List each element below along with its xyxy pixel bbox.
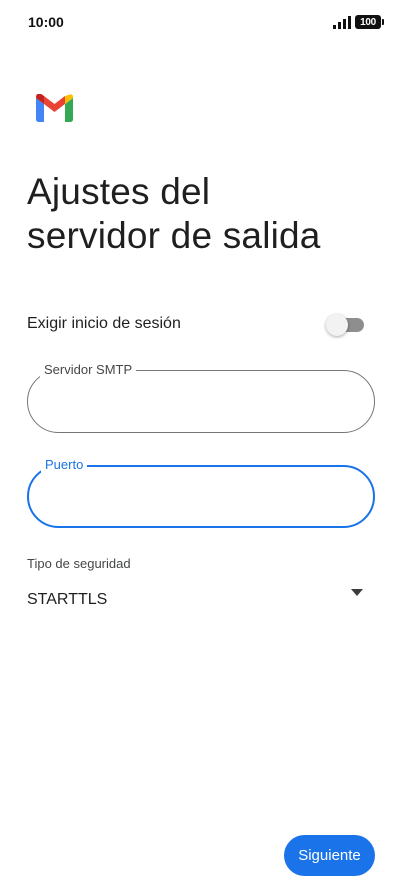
page-title: Ajustes del servidor de salida <box>27 170 377 258</box>
port-input[interactable] <box>47 487 347 509</box>
page-title-line-2: servidor de salida <box>27 215 321 256</box>
security-type-label: Tipo de seguridad <box>27 556 131 571</box>
require-signin-toggle[interactable] <box>326 314 364 336</box>
smtp-server-label: Servidor SMTP <box>40 362 137 378</box>
dropdown-arrow-icon <box>351 589 363 596</box>
battery-icon: 100 <box>355 15 384 29</box>
next-button[interactable]: Siguiente <box>284 835 375 876</box>
page-title-line-1: Ajustes del <box>27 171 211 212</box>
status-time: 10:00 <box>28 14 64 30</box>
port-field[interactable]: Puerto <box>27 457 375 528</box>
battery-level: 100 <box>360 16 376 28</box>
security-type-dropdown[interactable]: STARTTLS <box>27 585 375 615</box>
signal-bars-icon <box>333 16 351 29</box>
outgoing-server-settings-screen: 10:00 100 Ajustes del servidor de salida… <box>0 0 402 895</box>
toggle-thumb <box>326 314 348 336</box>
security-type-value: STARTTLS <box>27 591 108 608</box>
smtp-server-field[interactable]: Servidor SMTP <box>27 362 375 433</box>
status-bar: 10:00 100 <box>0 0 402 44</box>
smtp-server-input[interactable] <box>46 391 346 413</box>
gmail-logo-icon <box>36 94 73 122</box>
require-signin-label: Exigir inicio de sesión <box>27 315 181 332</box>
port-label: Puerto <box>41 457 88 473</box>
